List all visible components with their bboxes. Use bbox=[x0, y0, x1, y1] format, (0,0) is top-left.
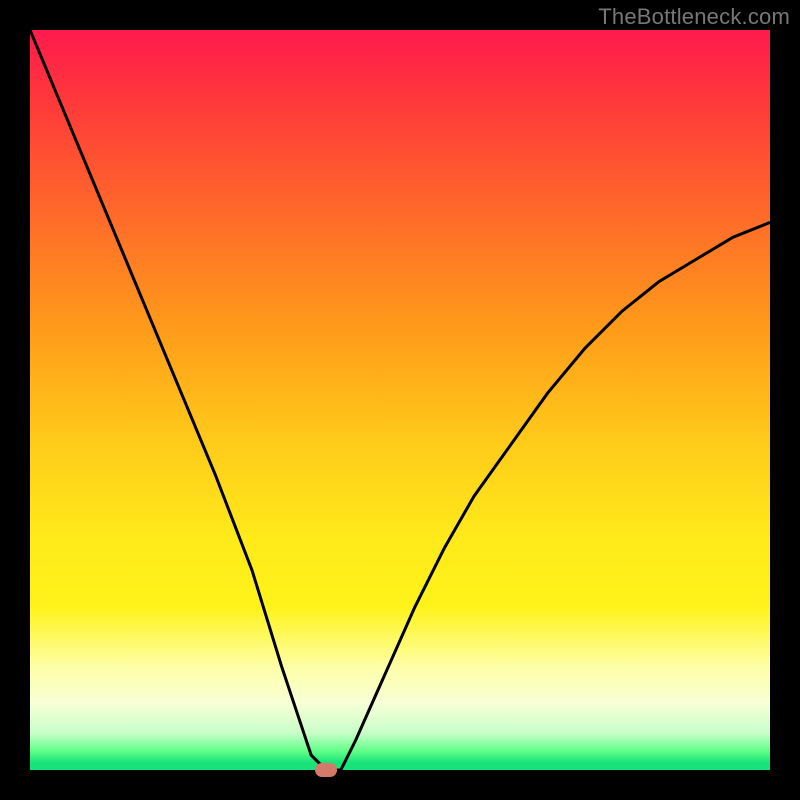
optimum-marker bbox=[315, 763, 337, 777]
watermark-text: TheBottleneck.com bbox=[598, 4, 790, 30]
plot-area bbox=[30, 30, 770, 770]
bottleneck-curve bbox=[30, 30, 770, 770]
chart-frame: TheBottleneck.com bbox=[0, 0, 800, 800]
curve-svg bbox=[30, 30, 770, 770]
